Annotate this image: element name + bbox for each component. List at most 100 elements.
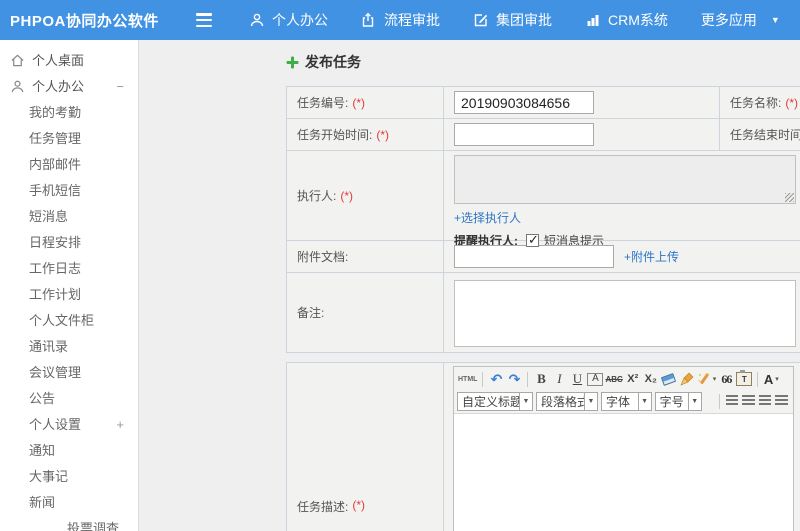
editor-toolbar: HTML ↶ ↷ B I U A ABC X² X₂ ▾ 66 T A ▾ 自定…: [454, 367, 793, 414]
editor-content-area[interactable]: [454, 414, 793, 531]
user-icon: [11, 80, 24, 93]
sms-remind-checkbox[interactable]: [526, 232, 539, 248]
sidebar-item-label: 通知: [29, 443, 56, 458]
task-name-label: 任务名称:: [730, 96, 782, 110]
sidebar-item-label: 新闻: [29, 495, 56, 510]
sidebar-item-my-attendance[interactable]: 我的考勤: [0, 100, 138, 126]
attachment-input[interactable]: [454, 245, 614, 268]
blockquote-button[interactable]: 66: [718, 370, 734, 388]
remark-label: 备注:: [297, 306, 325, 320]
sidebar-item-meeting-management[interactable]: 会议管理: [0, 360, 138, 386]
add-plus-icon: [286, 56, 299, 68]
format-brush-icon[interactable]: [679, 370, 695, 388]
chevron-down-icon: ▾: [712, 376, 717, 383]
bar-chart-icon: [587, 15, 599, 26]
nav-label: 个人办公: [272, 12, 328, 28]
user-icon: [250, 13, 264, 27]
sidebar-item-partial[interactable]: 投票调查: [0, 516, 138, 531]
bold-button[interactable]: B: [533, 370, 549, 388]
task-no-input[interactable]: [454, 91, 594, 114]
sidebar-item-work-log[interactable]: 工作日志: [0, 256, 138, 282]
dropdown-value: 字体: [606, 394, 631, 409]
nav-personal-office[interactable]: 个人办公: [249, 10, 328, 30]
align-right-icon[interactable]: [758, 395, 772, 407]
subscript-button[interactable]: X₂: [643, 370, 659, 388]
sidebar-item-internal-mail[interactable]: 内部邮件: [0, 152, 138, 178]
sidebar-item-task-management[interactable]: 任务管理: [0, 126, 138, 152]
custom-heading-dropdown[interactable]: 自定义标题 ▼: [457, 391, 533, 411]
paste-as-text-icon[interactable]: T: [736, 370, 753, 386]
sidebar-item-personal-settings[interactable]: 个人设置 +: [0, 412, 138, 438]
sidebar-item-label: 任务管理: [29, 131, 82, 146]
remark-textarea[interactable]: [454, 280, 796, 347]
task-form-table: 任务编号: (*) 任务名称: (*) 任务开始时间: (*) 任务结束时间: …: [286, 86, 800, 353]
edit-icon: [474, 14, 488, 27]
sidebar-item-label: 内部邮件: [29, 157, 82, 172]
required-mark: (*): [376, 127, 390, 142]
paragraph-format-dropdown[interactable]: 段落格式 ▼: [536, 391, 598, 411]
start-time-label: 任务开始时间:: [297, 128, 373, 142]
sidebar-item-personal-desktop[interactable]: 个人桌面: [0, 48, 138, 74]
font-family-dropdown[interactable]: 字体 ▼: [601, 391, 652, 411]
sidebar-item-memorabilia[interactable]: 大事记: [0, 464, 138, 490]
attachment-label: 附件文档:: [297, 250, 349, 264]
sidebar-item-schedule[interactable]: 日程安排: [0, 230, 138, 256]
nav-crm-system[interactable]: CRM系统: [585, 10, 668, 30]
sidebar-item-file-cabinet[interactable]: 个人文件柜: [0, 308, 138, 334]
description-table: 任务描述: (*) HTML ↶ ↷ B I U A ABC X² X₂ ▾ 6…: [286, 362, 800, 531]
sidebar-item-label: 短消息: [29, 209, 69, 224]
collapse-icon[interactable]: −: [116, 74, 124, 100]
executor-label: 执行人:: [297, 189, 337, 203]
remark-label-cell: 备注:: [287, 273, 444, 353]
superscript-button[interactable]: X²: [625, 370, 641, 388]
resize-grip-icon[interactable]: [785, 193, 794, 202]
nav-label: 集团审批: [496, 12, 552, 28]
nav-more-apps[interactable]: 更多应用 ▼: [701, 10, 780, 30]
start-time-field-cell: [444, 119, 720, 151]
sidebar-item-label: 日程安排: [29, 235, 82, 250]
end-time-label: 任务结束时间:: [730, 128, 800, 142]
quick-format-wand-icon[interactable]: ▾: [697, 370, 717, 388]
richtext-editor: HTML ↶ ↷ B I U A ABC X² X₂ ▾ 66 T A ▾ 自定…: [453, 366, 794, 531]
align-left-icon[interactable]: [725, 395, 739, 407]
sidebar-item-contacts[interactable]: 通讯录: [0, 334, 138, 360]
align-justify-icon[interactable]: [775, 395, 788, 407]
font-size-dropdown[interactable]: 字号 ▼: [654, 391, 702, 411]
strikethrough-button[interactable]: ABC: [605, 370, 622, 388]
sidebar-item-short-message[interactable]: 短消息: [0, 204, 138, 230]
sidebar-item-news[interactable]: 新闻: [0, 490, 138, 516]
start-time-input[interactable]: [454, 123, 594, 146]
font-color-button[interactable]: A ▾: [763, 370, 779, 388]
menu-toggle-icon[interactable]: [196, 13, 216, 27]
required-mark: (*): [785, 95, 799, 110]
underline-button[interactable]: U: [569, 370, 585, 388]
description-label: 任务描述:: [297, 500, 349, 514]
sidebar-item-label: 公告: [29, 391, 56, 406]
chevron-down-icon: ▼: [519, 392, 532, 410]
redo-icon[interactable]: ↷: [506, 370, 522, 388]
nav-workflow-approval[interactable]: 流程审批: [361, 10, 440, 30]
task-no-label-cell: 任务编号: (*): [287, 87, 444, 119]
html-source-button[interactable]: HTML: [458, 370, 477, 388]
app-logo: PHPOA协同办公软件: [10, 12, 159, 30]
expand-icon[interactable]: +: [116, 412, 124, 438]
sidebar-item-personal-office[interactable]: 个人办公 −: [0, 74, 138, 100]
sidebar-item-notice[interactable]: 通知: [0, 438, 138, 464]
executor-textarea[interactable]: [454, 155, 796, 204]
top-header: PHPOA协同办公软件 个人办公 流程审批 集团审批 CRM系统 更多应用 ▼: [0, 0, 800, 40]
italic-button[interactable]: I: [551, 370, 567, 388]
sidebar-item-work-plan[interactable]: 工作计划: [0, 282, 138, 308]
sidebar-item-label: 工作日志: [29, 261, 82, 276]
sidebar-item-announcement[interactable]: 公告: [0, 386, 138, 412]
align-center-icon[interactable]: [742, 395, 755, 407]
choose-executor-link[interactable]: +选择执行人: [454, 209, 800, 226]
nav-group-approval[interactable]: 集团审批: [473, 10, 552, 30]
font-style-button[interactable]: A: [587, 372, 604, 386]
sidebar-item-mobile-sms[interactable]: 手机短信: [0, 178, 138, 204]
attachment-upload-link[interactable]: +附件上传: [624, 248, 679, 265]
undo-icon[interactable]: ↶: [488, 370, 504, 388]
toolbar-separator: [527, 371, 529, 387]
font-color-glyph: A: [763, 371, 774, 387]
sidebar-item-label: 个人文件柜: [29, 313, 95, 328]
eraser-icon[interactable]: [661, 370, 677, 388]
